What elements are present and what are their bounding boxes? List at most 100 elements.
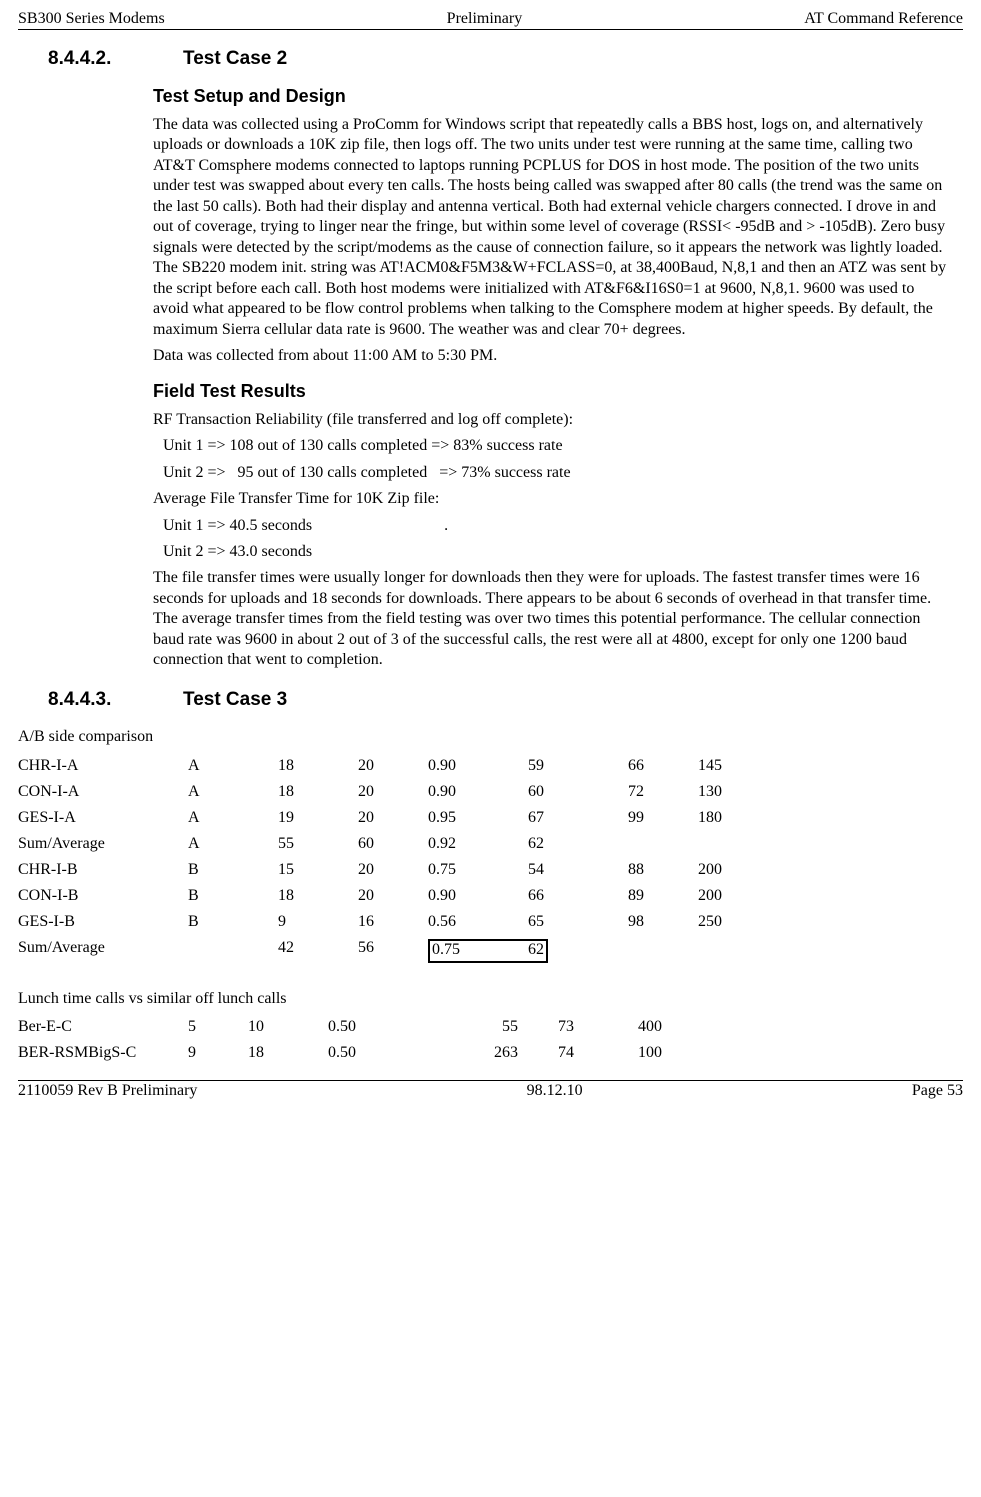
section-title: Test Case 3 [183, 689, 287, 711]
table-cell [188, 935, 278, 967]
table-row: CHR-I-AA18200.905966145 [18, 753, 758, 779]
lunch-table: Ber-E-C5100.505573400BER-RSMBigS-C9180.5… [18, 1014, 698, 1066]
results-line-1: RF Transaction Reliability (file transfe… [153, 410, 953, 430]
table-cell: A [188, 805, 278, 831]
table-cell: CON-I-B [18, 883, 188, 909]
table-cell: CHR-I-A [18, 753, 188, 779]
results-avg-heading: Average File Transfer Time for 10K Zip f… [153, 489, 953, 509]
header-center: Preliminary [447, 10, 523, 28]
table-cell: 73 [558, 1014, 638, 1040]
table-cell: 100 [638, 1040, 698, 1066]
results-discussion: The file transfer times were usually lon… [153, 568, 953, 670]
table-cell: 98 [628, 909, 698, 935]
footer-left: 2110059 Rev B Preliminary [18, 1082, 197, 1100]
ab-caption: A/B side comparison [18, 727, 953, 747]
table-cell: Ber-E-C [18, 1014, 188, 1040]
table-cell: 200 [698, 883, 758, 909]
table-cell: A [188, 831, 278, 857]
table-cell: 18 [278, 753, 358, 779]
lunch-caption: Lunch time calls vs similar off lunch ca… [18, 989, 953, 1009]
table-cell: GES-I-A [18, 805, 188, 831]
table-cell: 0.56 [428, 909, 528, 935]
table-row: CON-I-BB18200.906689200 [18, 883, 758, 909]
table-cell: 0.90 [428, 779, 528, 805]
table-cell: 0.90 [428, 883, 528, 909]
table-cell [698, 831, 758, 857]
table-cell: 19 [278, 805, 358, 831]
table-row: CHR-I-BB15200.755488200 [18, 857, 758, 883]
header-left: SB300 Series Modems [18, 10, 165, 28]
table-cell: 99 [628, 805, 698, 831]
results-unit2-rate: Unit 2 => 95 out of 130 calls completed … [163, 463, 953, 483]
table-cell [628, 831, 698, 857]
results-unit1-rate: Unit 1 => 108 out of 130 calls completed… [163, 436, 953, 456]
table-cell: 180 [698, 805, 758, 831]
table-cell: 66 [628, 753, 698, 779]
table-cell: 42 [278, 935, 358, 967]
table-cell: 60 [358, 831, 428, 857]
results-unit1-time: Unit 1 => 40.5 seconds . [163, 516, 953, 536]
table-cell: 20 [358, 779, 428, 805]
subheading-results: Field Test Results [153, 381, 953, 402]
table-cell: B [188, 857, 278, 883]
table-cell: 15 [278, 857, 358, 883]
table-cell: B [188, 909, 278, 935]
table-cell: Sum/Average [18, 831, 188, 857]
table-row: Sum/Average 42560.7562 [18, 935, 758, 967]
table-cell: 62 [528, 831, 628, 857]
results-unit2-time: Unit 2 => 43.0 seconds [163, 542, 953, 562]
table-cell: 65 [528, 909, 628, 935]
table-cell: 0.92 [428, 831, 528, 857]
table-cell: CHR-I-B [18, 857, 188, 883]
table-cell: Sum/Average [18, 935, 188, 967]
table-cell: 0.50 [328, 1040, 418, 1066]
table-cell: 55 [278, 831, 358, 857]
table-cell: 145 [698, 753, 758, 779]
table-cell: 18 [278, 883, 358, 909]
page-footer: 2110059 Rev B Preliminary 98.12.10 Page … [18, 1080, 963, 1100]
table-cell: 20 [358, 805, 428, 831]
table-row: GES-I-AA19200.956799180 [18, 805, 758, 831]
table-cell: 130 [698, 779, 758, 805]
table-row: GES-I-BB9160.566598250 [18, 909, 758, 935]
table-cell: BER-RSMBigS-C [18, 1040, 188, 1066]
table-row: Ber-E-C5100.505573400 [18, 1014, 698, 1040]
table-cell: 56 [358, 935, 428, 967]
table-cell: 20 [358, 883, 428, 909]
table-cell: 9 [278, 909, 358, 935]
ab-comparison-table: CHR-I-AA18200.905966145CON-I-AA18200.906… [18, 753, 758, 967]
table-cell: 10 [248, 1014, 328, 1040]
table-cell: 200 [698, 857, 758, 883]
table-row: Sum/AverageA55600.9262 [18, 831, 758, 857]
table-cell: 5 [188, 1014, 248, 1040]
table-cell: GES-I-B [18, 909, 188, 935]
table-cell: 74 [558, 1040, 638, 1066]
footer-right: Page 53 [912, 1082, 963, 1100]
subheading-setup: Test Setup and Design [153, 86, 953, 107]
table-cell: 400 [638, 1014, 698, 1040]
table-cell: 0.95 [428, 805, 528, 831]
table-row: CON-I-AA18200.906072130 [18, 779, 758, 805]
table-cell: 59 [528, 753, 628, 779]
table-cell [698, 935, 758, 967]
section-heading-2: 8.4.4.3. Test Case 3 [18, 689, 963, 711]
table-cell: 250 [698, 909, 758, 935]
table-cell: 55 [418, 1014, 558, 1040]
table-cell: 20 [358, 857, 428, 883]
paragraph-setup-2: Data was collected from about 11:00 AM t… [153, 346, 953, 366]
paragraph-setup-1: The data was collected using a ProComm f… [153, 115, 953, 340]
table-row: BER-RSMBigS-C9180.5026374100 [18, 1040, 698, 1066]
table-cell: 60 [528, 779, 628, 805]
table-cell: 66 [528, 883, 628, 909]
table-cell: 0.75 [428, 857, 528, 883]
table-cell-boxed: 0.7562 [428, 935, 628, 967]
table-cell: B [188, 883, 278, 909]
section-number: 8.4.4.3. [18, 689, 183, 711]
table-cell: A [188, 779, 278, 805]
section-title: Test Case 2 [183, 48, 287, 70]
section-number: 8.4.4.2. [18, 48, 183, 70]
table-cell: 0.90 [428, 753, 528, 779]
table-cell: 54 [528, 857, 628, 883]
table-cell: 89 [628, 883, 698, 909]
header-right: AT Command Reference [804, 10, 963, 28]
